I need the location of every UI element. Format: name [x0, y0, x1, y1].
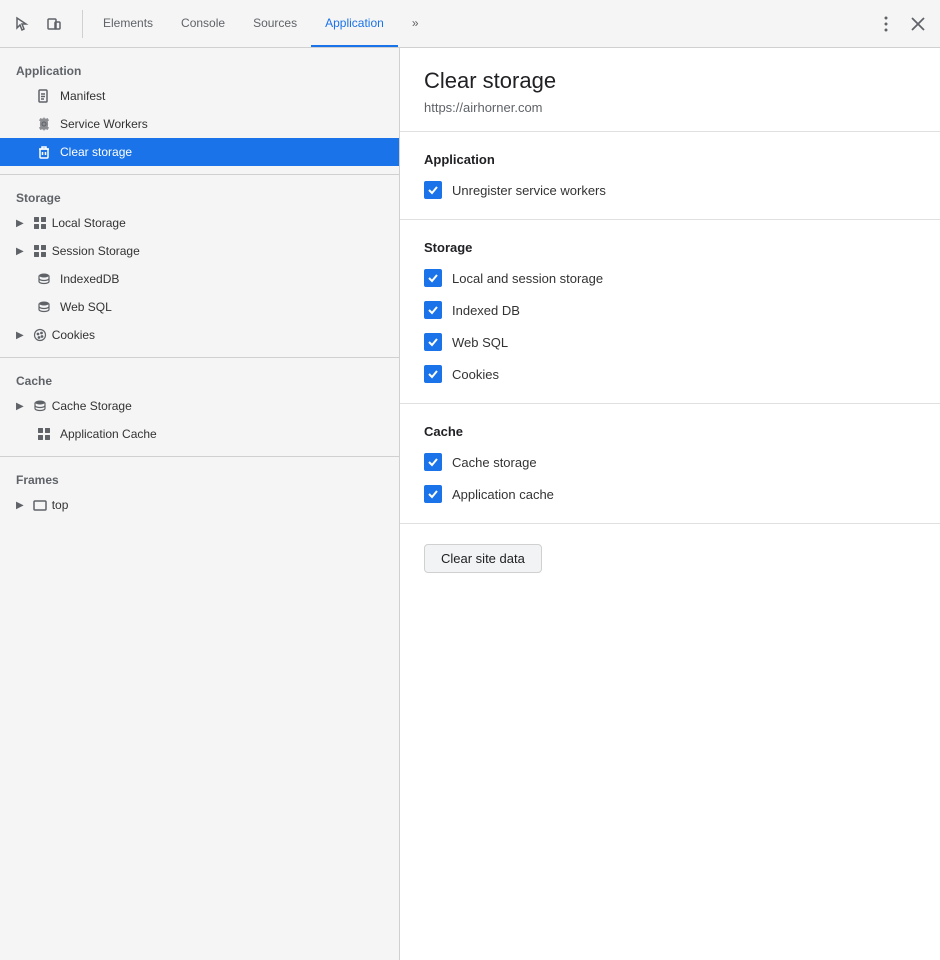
frame-icon: [32, 498, 48, 512]
content-panel: Clear storage https://airhorner.com Appl…: [400, 48, 940, 960]
toolbar-divider: [82, 10, 83, 38]
toolbar-left-icons: [8, 10, 68, 38]
sidebar-item-cache-storage[interactable]: ▶ Cache Storage: [0, 392, 399, 420]
tab-more[interactable]: »: [398, 0, 433, 47]
checkbox-app-cache: Application cache: [424, 485, 916, 503]
db-icon-websql: [36, 300, 52, 314]
application-section: Application Unregister service workers: [400, 132, 940, 220]
cache-section-title: Cache: [424, 424, 916, 439]
checkbox-cache-storage-input[interactable]: [424, 453, 442, 471]
arrow-icon: ▶: [16, 246, 24, 257]
close-devtools-button[interactable]: [904, 10, 932, 38]
grid-icon-local: [32, 216, 48, 230]
sidebar-section-application: Application: [0, 56, 399, 82]
checkbox-indexed-db: Indexed DB: [424, 301, 916, 319]
checkbox-web-sql-input[interactable]: [424, 333, 442, 351]
main-layout: Application Manifest Service Workers: [0, 48, 940, 960]
sidebar-section-cache: Cache: [0, 366, 399, 392]
checkbox-local-session: Local and session storage: [424, 269, 916, 287]
content-url: https://airhorner.com: [424, 100, 916, 115]
file-icon: [36, 89, 52, 103]
sidebar-section-frames: Frames: [0, 465, 399, 491]
application-section-title: Application: [424, 152, 916, 167]
arrow-icon: ▶: [16, 401, 24, 412]
sidebar-divider-3: [0, 456, 399, 457]
sidebar-item-manifest[interactable]: Manifest: [0, 82, 399, 110]
checkbox-indexed-db-input[interactable]: [424, 301, 442, 319]
toolbar: Elements Console Sources Application »: [0, 0, 940, 48]
sidebar-item-web-sql[interactable]: Web SQL: [0, 293, 399, 321]
sidebar-item-top[interactable]: ▶ top: [0, 491, 399, 519]
toolbar-right: [872, 10, 932, 38]
checkbox-unregister-sw: Unregister service workers: [424, 181, 916, 199]
checkbox-cookies: Cookies: [424, 365, 916, 383]
sidebar-item-application-cache[interactable]: Application Cache: [0, 420, 399, 448]
sidebar-item-cookies[interactable]: ▶ Cookies: [0, 321, 399, 349]
tab-application[interactable]: Application: [311, 0, 398, 47]
checkbox-cookies-input[interactable]: [424, 365, 442, 383]
sidebar-divider-2: [0, 357, 399, 358]
content-footer: Clear site data: [400, 524, 940, 593]
gear-icon: [36, 117, 52, 131]
grid-icon-appcache: [36, 427, 52, 441]
cursor-icon-button[interactable]: [8, 10, 36, 38]
tab-console[interactable]: Console: [167, 0, 239, 47]
sidebar-item-local-storage[interactable]: ▶ Local Storage: [0, 209, 399, 237]
arrow-icon: ▶: [16, 218, 24, 229]
storage-section: Storage Local and session storage Indexe…: [400, 220, 940, 404]
sidebar-divider-1: [0, 174, 399, 175]
cookie-icon: [32, 328, 48, 342]
tab-elements[interactable]: Elements: [89, 0, 167, 47]
sidebar-item-indexeddb[interactable]: IndexedDB: [0, 265, 399, 293]
checkbox-cache-storage: Cache storage: [424, 453, 916, 471]
sidebar-item-session-storage[interactable]: ▶ Session Storage: [0, 237, 399, 265]
arrow-icon: ▶: [16, 500, 24, 511]
sidebar-section-storage: Storage: [0, 183, 399, 209]
storage-section-title: Storage: [424, 240, 916, 255]
checkbox-local-session-input[interactable]: [424, 269, 442, 287]
tab-sources[interactable]: Sources: [239, 0, 311, 47]
db-icon-cache: [32, 399, 48, 413]
checkbox-web-sql: Web SQL: [424, 333, 916, 351]
db-icon-indexed: [36, 272, 52, 286]
grid-icon-session: [32, 244, 48, 258]
checkbox-app-cache-input[interactable]: [424, 485, 442, 503]
clear-site-data-button[interactable]: Clear site data: [424, 544, 542, 573]
arrow-icon: ▶: [16, 330, 24, 341]
content-header: Clear storage https://airhorner.com: [400, 48, 940, 132]
checkbox-unregister-sw-input[interactable]: [424, 181, 442, 199]
content-title: Clear storage: [424, 68, 916, 94]
cache-section: Cache Cache storage Application cache: [400, 404, 940, 524]
device-icon-button[interactable]: [40, 10, 68, 38]
more-options-button[interactable]: [872, 10, 900, 38]
tab-bar: Elements Console Sources Application »: [89, 0, 872, 47]
sidebar-item-clear-storage[interactable]: Clear storage: [0, 138, 399, 166]
sidebar: Application Manifest Service Workers: [0, 48, 400, 960]
sidebar-item-service-workers[interactable]: Service Workers: [0, 110, 399, 138]
trash-icon: [36, 145, 52, 159]
